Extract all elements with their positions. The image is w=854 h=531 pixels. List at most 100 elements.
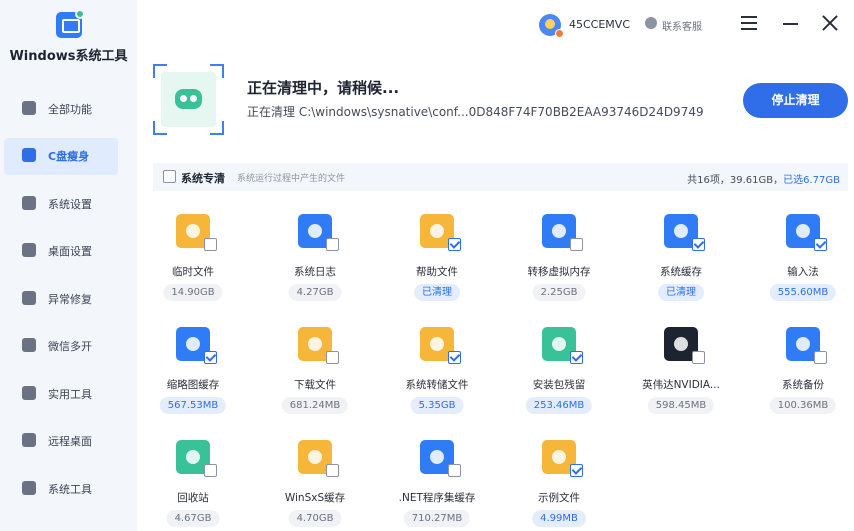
- sidebar-item[interactable]: 全部功能: [4, 90, 118, 127]
- cleanup-item[interactable]: WinSxS缓存 4.70GB: [255, 436, 375, 531]
- total-stats: 共16项，39.61GB，: [687, 175, 784, 186]
- item-size: 253.46MB: [525, 397, 593, 414]
- item-checkbox[interactable]: [814, 238, 827, 251]
- cleanup-item[interactable]: 示例文件 4.99MB: [499, 436, 619, 531]
- monitor-icon: [22, 243, 38, 259]
- item-label: 回收站: [177, 492, 209, 504]
- cleanup-item[interactable]: 下载文件 681.24MB: [255, 323, 375, 423]
- brand: Windows系统工具: [0, 9, 137, 64]
- cleanup-item[interactable]: 系统日志 4.27GB: [255, 210, 375, 310]
- stop-cleaning-button[interactable]: 停止清理: [743, 83, 848, 118]
- sidebar-item-label: 微信多开: [48, 340, 92, 353]
- item-size: 5.35GB: [410, 397, 464, 414]
- sidebar-item[interactable]: C盘瘦身: [4, 137, 118, 175]
- sidebar-item[interactable]: 异常修复: [4, 280, 118, 317]
- category-checkbox[interactable]: [163, 170, 176, 183]
- item-label: WinSxS缓存: [284, 492, 346, 504]
- item-label: 安装包残留: [532, 379, 586, 391]
- vip-badge-icon: [555, 29, 564, 38]
- wechat-icon: [22, 338, 38, 354]
- item-size: 已清理: [414, 284, 460, 301]
- customer-service-icon[interactable]: [645, 17, 657, 29]
- item-size: 4.67GB: [166, 510, 220, 527]
- item-checkbox[interactable]: [204, 351, 217, 364]
- user-avatar[interactable]: [539, 14, 564, 38]
- item-checkbox[interactable]: [326, 351, 339, 364]
- sidebar-item-label: 全部功能: [48, 102, 92, 116]
- status-title: 正在清理中，请稍候...: [247, 79, 400, 97]
- item-checkbox[interactable]: [448, 238, 461, 251]
- cleanup-item[interactable]: .NET程序集缓存 710.27MB: [377, 436, 497, 531]
- category-description: 系统运行过程中产生的文件: [237, 174, 346, 184]
- sidebar-item[interactable]: 远程桌面: [4, 423, 118, 460]
- cleanup-item[interactable]: 转移虚拟内存 2.25GB: [499, 210, 619, 310]
- category-title: 系统专清: [181, 172, 225, 185]
- item-checkbox[interactable]: [448, 464, 461, 477]
- app-name: Windows系统工具: [9, 49, 128, 64]
- selected-stats: 已选6.77GB: [783, 175, 840, 186]
- item-label: 缩略图缓存: [166, 379, 220, 391]
- sidebar-item[interactable]: 微信多开: [4, 328, 118, 365]
- menu-icon[interactable]: [741, 14, 759, 32]
- item-size: 4.99MB: [532, 510, 586, 527]
- sidebar-item-label: 远程桌面: [48, 435, 92, 448]
- item-label: 临时文件: [172, 266, 214, 278]
- sidebar-item-label: 系统设置: [48, 197, 92, 211]
- header: 45CCEMVC 联系客服: [137, 0, 854, 48]
- item-label: 英伟达NVIDIA...: [642, 379, 720, 391]
- item-checkbox[interactable]: [204, 238, 217, 251]
- minimize-icon[interactable]: [783, 14, 801, 32]
- item-checkbox[interactable]: [570, 464, 583, 477]
- item-size: 598.45MB: [647, 397, 715, 414]
- item-checkbox[interactable]: [814, 351, 827, 364]
- cleanup-item[interactable]: 帮助文件 已清理: [377, 210, 497, 310]
- toolbox-icon: [22, 385, 38, 402]
- user-name[interactable]: 45CCEMVC: [569, 18, 630, 31]
- sidebar-item-label: 实用工具: [48, 387, 92, 401]
- item-checkbox[interactable]: [692, 238, 705, 251]
- sidebar-item-label: C盘瘦身: [48, 150, 90, 163]
- briefcase-icon: [22, 480, 38, 497]
- sidebar-nav: 全部功能 C盘瘦身系统设置桌面设置异常修复微信多开实用工具远程桌面系统工具: [4, 90, 118, 518]
- item-label: 下载文件: [294, 379, 336, 391]
- item-checkbox[interactable]: [448, 351, 461, 364]
- sidebar-item[interactable]: 桌面设置: [4, 233, 118, 270]
- cleanup-item[interactable]: 系统转储文件 5.35GB: [377, 323, 497, 423]
- sidebar-item[interactable]: 实用工具: [4, 375, 118, 412]
- cleaning-path: 正在清理 C:\windows\sysnative\conf...0D848F7…: [247, 105, 704, 119]
- item-checkbox[interactable]: [204, 464, 217, 477]
- cleanup-item[interactable]: 输入法 555.60MB: [743, 210, 854, 310]
- repair-icon: [22, 290, 38, 307]
- item-size: 567.53MB: [159, 397, 227, 414]
- item-label: 系统备份: [782, 379, 824, 391]
- item-label: 输入法: [787, 266, 819, 278]
- cleanup-item[interactable]: 英伟达NVIDIA... 598.45MB: [621, 323, 741, 423]
- item-size: 681.24MB: [281, 397, 349, 414]
- sidebar-item-label: 系统工具: [48, 482, 92, 496]
- sidebar-item[interactable]: 系统设置: [4, 185, 118, 222]
- item-label: 系统缓存: [660, 266, 702, 278]
- item-checkbox[interactable]: [570, 351, 583, 364]
- item-checkbox[interactable]: [570, 238, 583, 251]
- cleanup-item[interactable]: 临时文件 14.90GB: [133, 210, 253, 310]
- item-size: 4.27GB: [288, 284, 342, 301]
- item-checkbox[interactable]: [326, 464, 339, 477]
- disk-icon: [22, 148, 38, 164]
- sidebar-item[interactable]: 系统工具: [4, 470, 118, 507]
- item-checkbox[interactable]: [692, 351, 705, 364]
- settings-icon: [22, 195, 38, 212]
- item-label: 帮助文件: [416, 266, 458, 278]
- cleanup-item[interactable]: 安装包残留 253.46MB: [499, 323, 619, 423]
- contact-service-link[interactable]: 联系客服: [662, 18, 702, 33]
- item-size: 555.60MB: [769, 284, 837, 301]
- remote-desktop-icon: [22, 433, 38, 449]
- cleanup-item[interactable]: 系统缓存 已清理: [621, 210, 741, 310]
- item-size: 14.90GB: [163, 284, 223, 301]
- cleanup-item[interactable]: 系统备份 100.36MB: [743, 323, 854, 423]
- item-checkbox[interactable]: [326, 238, 339, 251]
- cleanup-item[interactable]: 回收站 4.67GB: [133, 436, 253, 531]
- close-icon[interactable]: [822, 14, 840, 32]
- item-label: 示例文件: [538, 492, 580, 504]
- sidebar: Windows系统工具 全部功能 C盘瘦身系统设置桌面设置异常修复微信多开实用工具…: [0, 0, 137, 531]
- cleanup-item[interactable]: 缩略图缓存 567.53MB: [133, 323, 253, 423]
